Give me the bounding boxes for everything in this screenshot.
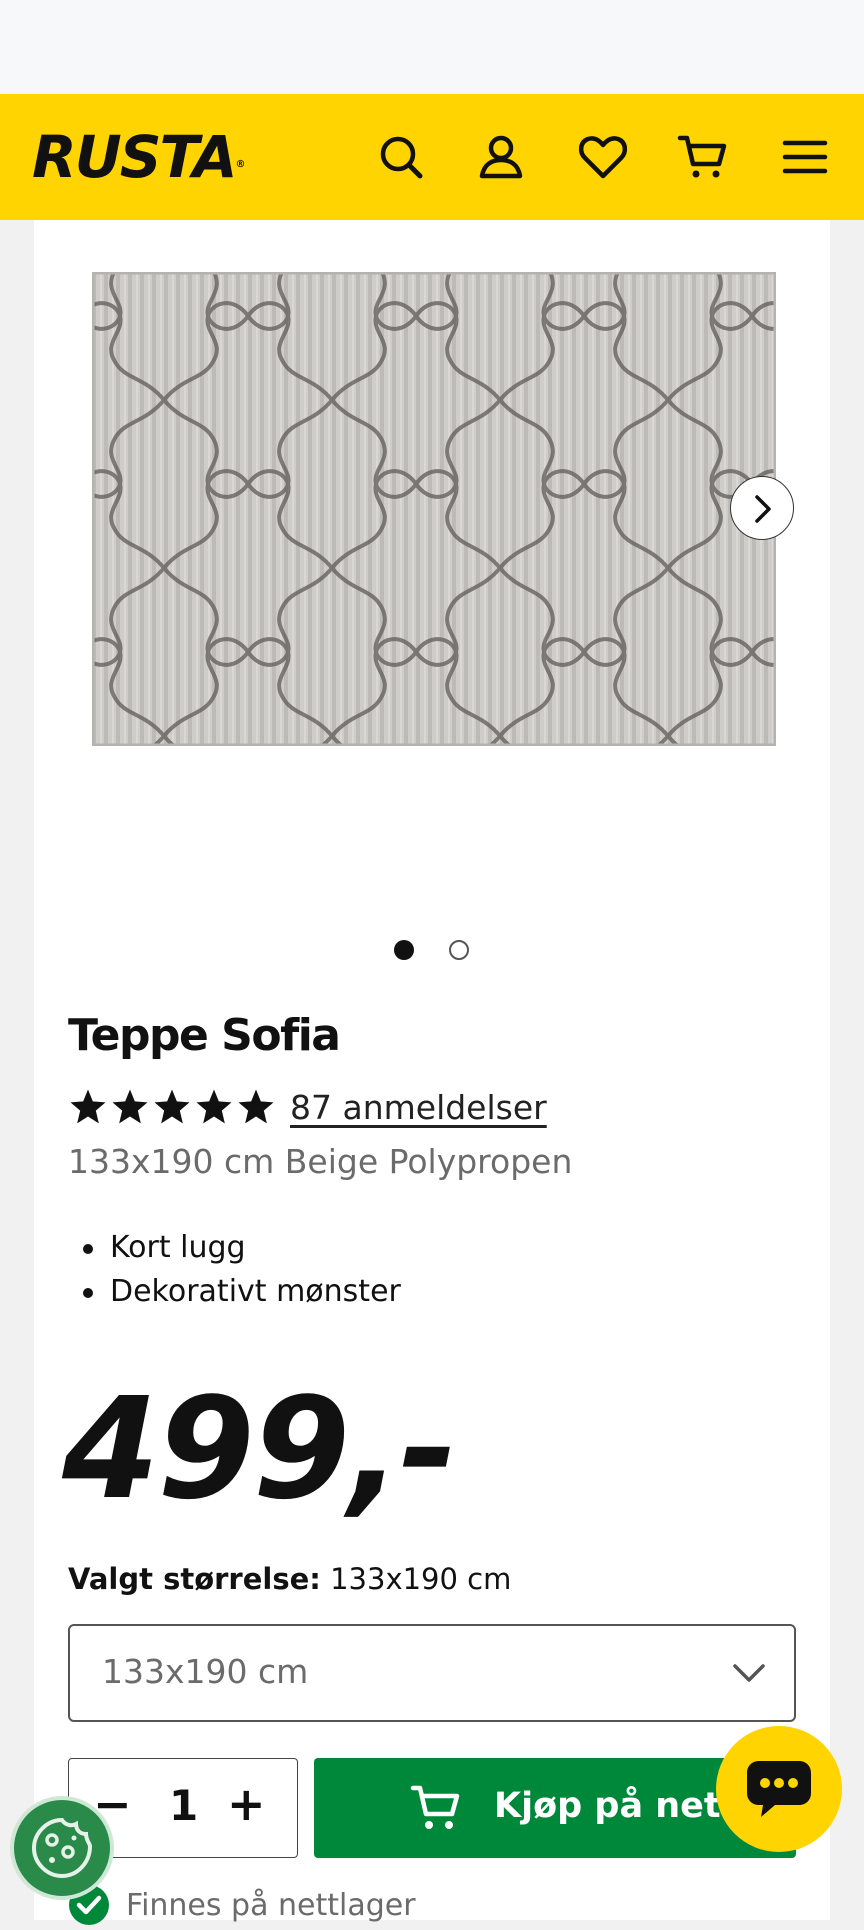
site-header: RUSTA® <box>0 94 864 220</box>
selected-size-label: Valgt størrelse: 133x190 cm <box>68 1562 512 1596</box>
heart-icon[interactable] <box>576 130 630 184</box>
star-icon <box>154 1089 190 1124</box>
chevron-down-icon <box>733 1664 765 1682</box>
star-icon <box>196 1089 232 1124</box>
stock-status: Finnes på nettlager <box>68 1880 416 1930</box>
chat-button[interactable] <box>716 1726 842 1852</box>
product-title: Teppe Sofia <box>68 1010 341 1061</box>
gallery-dot-1[interactable] <box>394 940 414 960</box>
increase-quantity-button[interactable]: + <box>227 1777 266 1831</box>
chevron-right-icon <box>755 495 771 523</box>
account-icon[interactable] <box>474 130 528 184</box>
rusta-logo[interactable]: RUSTA® <box>32 124 245 190</box>
rating-stars <box>68 1087 276 1127</box>
cookie-settings-button[interactable] <box>10 1796 114 1900</box>
size-select[interactable]: 133x190 cm <box>68 1624 796 1722</box>
star-icon <box>238 1089 274 1124</box>
gallery-dot-2[interactable] <box>449 940 469 960</box>
product-gallery[interactable] <box>34 220 830 960</box>
menu-icon[interactable] <box>778 130 832 184</box>
product-subtitle: 133x190 cm Beige Polypropen <box>68 1142 573 1181</box>
feature-item: Kort lugg <box>68 1226 401 1270</box>
search-icon[interactable] <box>374 130 428 184</box>
star-icon <box>70 1089 106 1124</box>
cart-icon <box>410 1785 460 1829</box>
feature-item: Dekorativt mønster <box>68 1270 401 1314</box>
chat-bubble-icon <box>747 1761 811 1817</box>
feature-list: Kort lugg Dekorativt mønster <box>68 1226 401 1314</box>
quantity-value[interactable]: 1 <box>169 1781 198 1830</box>
buy-button-label: Kjøp på nett <box>494 1786 738 1826</box>
next-image-button[interactable] <box>730 476 794 540</box>
product-price: 499,- <box>62 1368 458 1531</box>
star-icon <box>112 1089 148 1124</box>
cart-icon[interactable] <box>676 130 730 184</box>
status-bar <box>0 0 864 94</box>
product-image <box>92 272 776 746</box>
reviews-link[interactable]: 87 anmeldelser <box>290 1088 547 1127</box>
size-select-value: 133x190 cm <box>102 1652 309 1691</box>
stock-status-text: Finnes på nettlager <box>126 1887 416 1923</box>
product-card: Teppe Sofia 87 anmeldelser 133x190 cm Be… <box>34 220 830 1925</box>
product-rating: 87 anmeldelser <box>68 1082 547 1132</box>
cookie-icon <box>31 1817 93 1879</box>
